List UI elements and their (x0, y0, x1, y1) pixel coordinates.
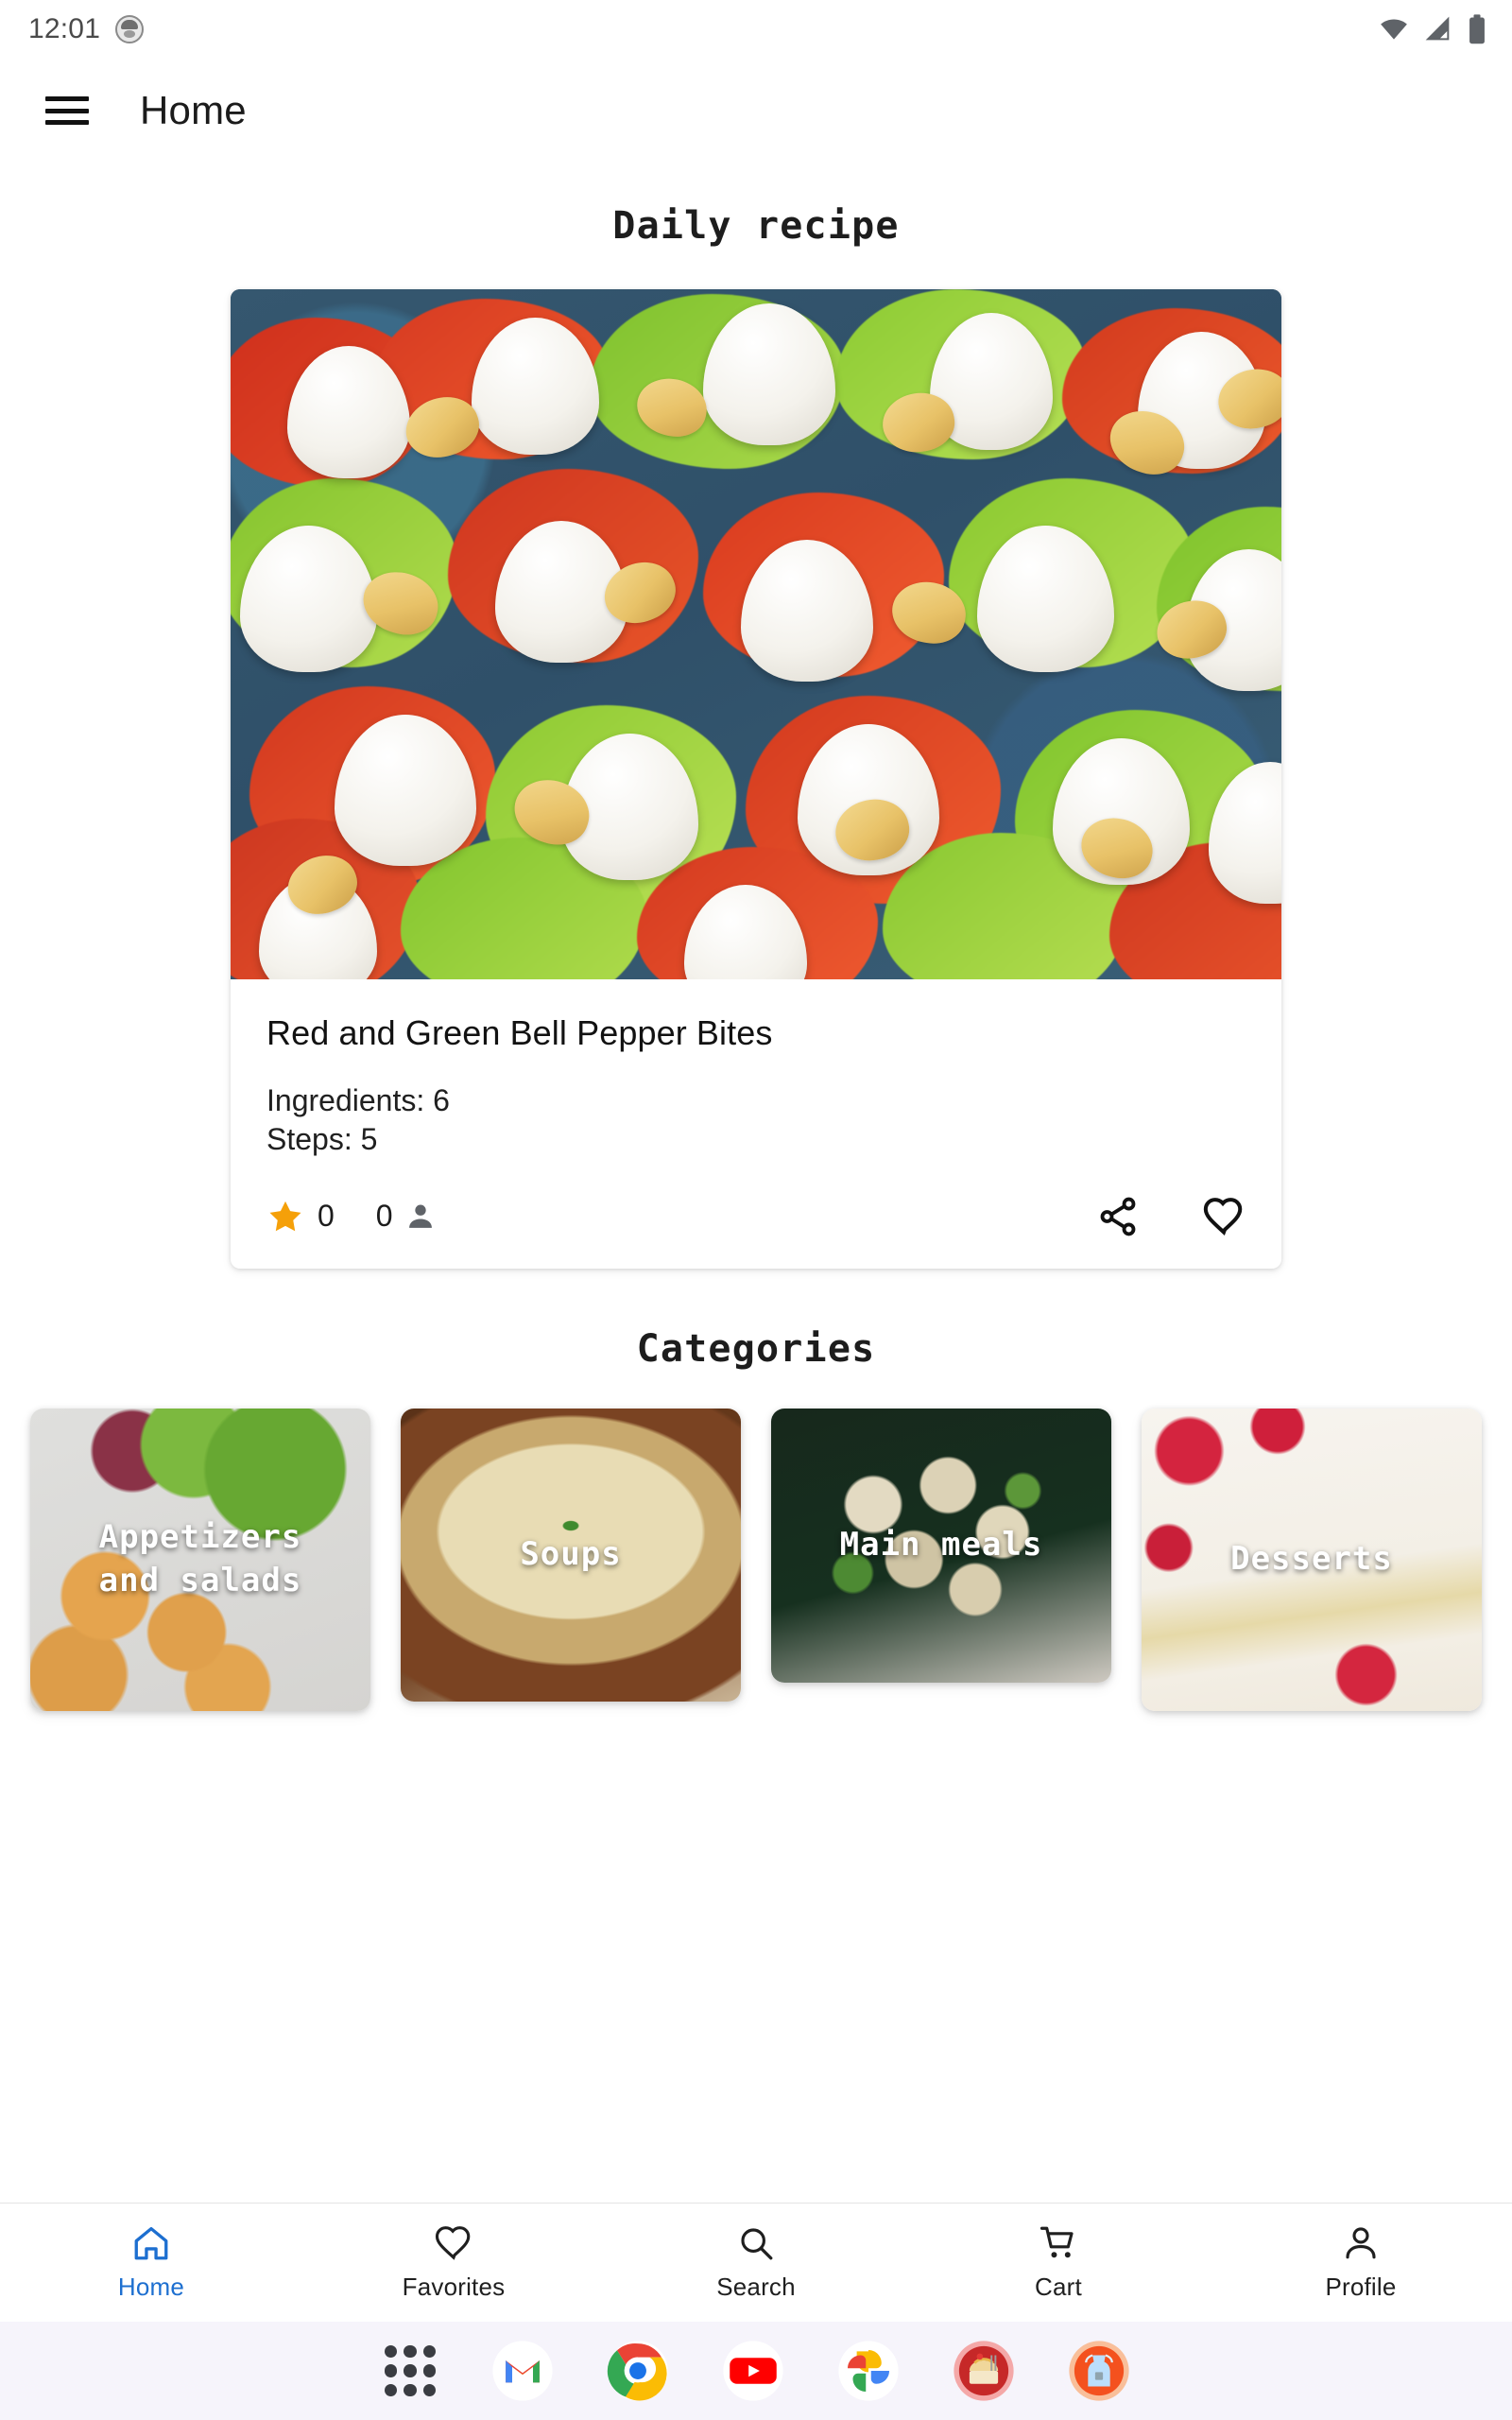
shopping-cart-icon (1040, 2226, 1074, 2258)
category-card-main-meals[interactable]: Main meals (771, 1408, 1111, 1683)
app-drawer-icon[interactable] (382, 2342, 438, 2399)
recipe-action-buttons (1096, 1195, 1246, 1238)
google-photos-icon[interactable] (837, 2340, 900, 2402)
status-bar: 12:01 (0, 0, 1512, 59)
nav-item-search[interactable]: Search (605, 2223, 907, 2302)
category-label-appetizers-and-salads: Appetizers and salads (98, 1518, 302, 1599)
nav-item-home[interactable]: Home (0, 2223, 302, 2302)
gmail-icon[interactable] (491, 2340, 554, 2402)
recipe-title: Red and Green Bell Pepper Bites (266, 1013, 773, 1052)
recipe-app-icon[interactable] (953, 2340, 1015, 2402)
rating-count: 0 (375, 1199, 393, 1234)
nav-item-favorites[interactable]: Favorites (302, 2223, 605, 2302)
recipe-details: Red and Green Bell Pepper Bites Ingredie… (231, 979, 1281, 1170)
daily-recipe-card[interactable]: Red and Green Bell Pepper Bites Ingredie… (231, 289, 1281, 1269)
home-icon (134, 2226, 168, 2260)
nav-item-cart[interactable]: Cart (907, 2223, 1210, 2302)
rating-group: 0 0 (266, 1198, 437, 1236)
category-label-soups: Soups (520, 1534, 622, 1573)
app-bar: Home (0, 59, 1512, 163)
search-icon (741, 2228, 773, 2260)
heart-outline-icon[interactable] (1202, 1195, 1246, 1238)
person-icon (408, 1204, 432, 1228)
categories-heading: Categories (636, 1326, 876, 1371)
star-filled-icon (269, 1201, 301, 1232)
android-dock (0, 2322, 1512, 2420)
nav-label-home: Home (117, 2273, 185, 2301)
categories-row: Appetizers and salads Soups Main meals D… (0, 1408, 1512, 1711)
nav-label-profile: Profile (1325, 2273, 1397, 2301)
heart-outline-icon (435, 2226, 471, 2260)
battery-full-icon (1469, 14, 1485, 44)
recipe-image (231, 289, 1281, 979)
apron-app-icon[interactable] (1068, 2340, 1130, 2402)
profile-avatar-icon (115, 15, 145, 43)
category-label-desserts: Desserts (1230, 1539, 1393, 1578)
person-outline-icon (1346, 2227, 1376, 2259)
nav-label-cart: Cart (1035, 2273, 1082, 2301)
status-bar-right (1378, 13, 1487, 45)
category-card-soups[interactable]: Soups (401, 1408, 741, 1702)
app-screen: 12:01 Home Daily recipe Red and Green Be… (0, 0, 1512, 2420)
rating-value: 0 (318, 1199, 335, 1234)
status-time: 12:01 (28, 13, 101, 44)
wifi-icon (1381, 19, 1407, 40)
daily-recipe-heading: Daily recipe (612, 204, 900, 248)
share-icon[interactable] (1096, 1195, 1140, 1238)
category-label-main-meals: Main meals (839, 1525, 1043, 1564)
nav-label-favorites: Favorites (402, 2273, 506, 2301)
nav-item-profile[interactable]: Profile (1210, 2223, 1512, 2302)
bottom-navigation-bar: Home Favorites Search Cart Profile (0, 2203, 1512, 2322)
cell-signal-icon (1425, 16, 1450, 41)
youtube-icon[interactable] (722, 2340, 784, 2402)
recipe-ingredients-count: Ingredients: 6 (266, 1083, 450, 1117)
status-bar-left: 12:01 (28, 13, 145, 45)
category-card-appetizers-and-salads[interactable]: Appetizers and salads (30, 1408, 370, 1711)
nav-label-search: Search (716, 2273, 796, 2301)
recipe-steps-count: Steps: 5 (266, 1121, 378, 1156)
recipe-meta: Ingredients: 6 Steps: 5 (266, 1081, 1246, 1159)
page-title: Home (140, 88, 247, 132)
hamburger-menu-icon[interactable] (45, 94, 89, 128)
chrome-icon[interactable] (607, 2340, 669, 2402)
main-content: Daily recipe Red and Green Bell Pepper B… (0, 163, 1512, 2203)
recipe-actions: 0 0 (231, 1170, 1281, 1269)
category-card-desserts[interactable]: Desserts (1142, 1408, 1482, 1711)
